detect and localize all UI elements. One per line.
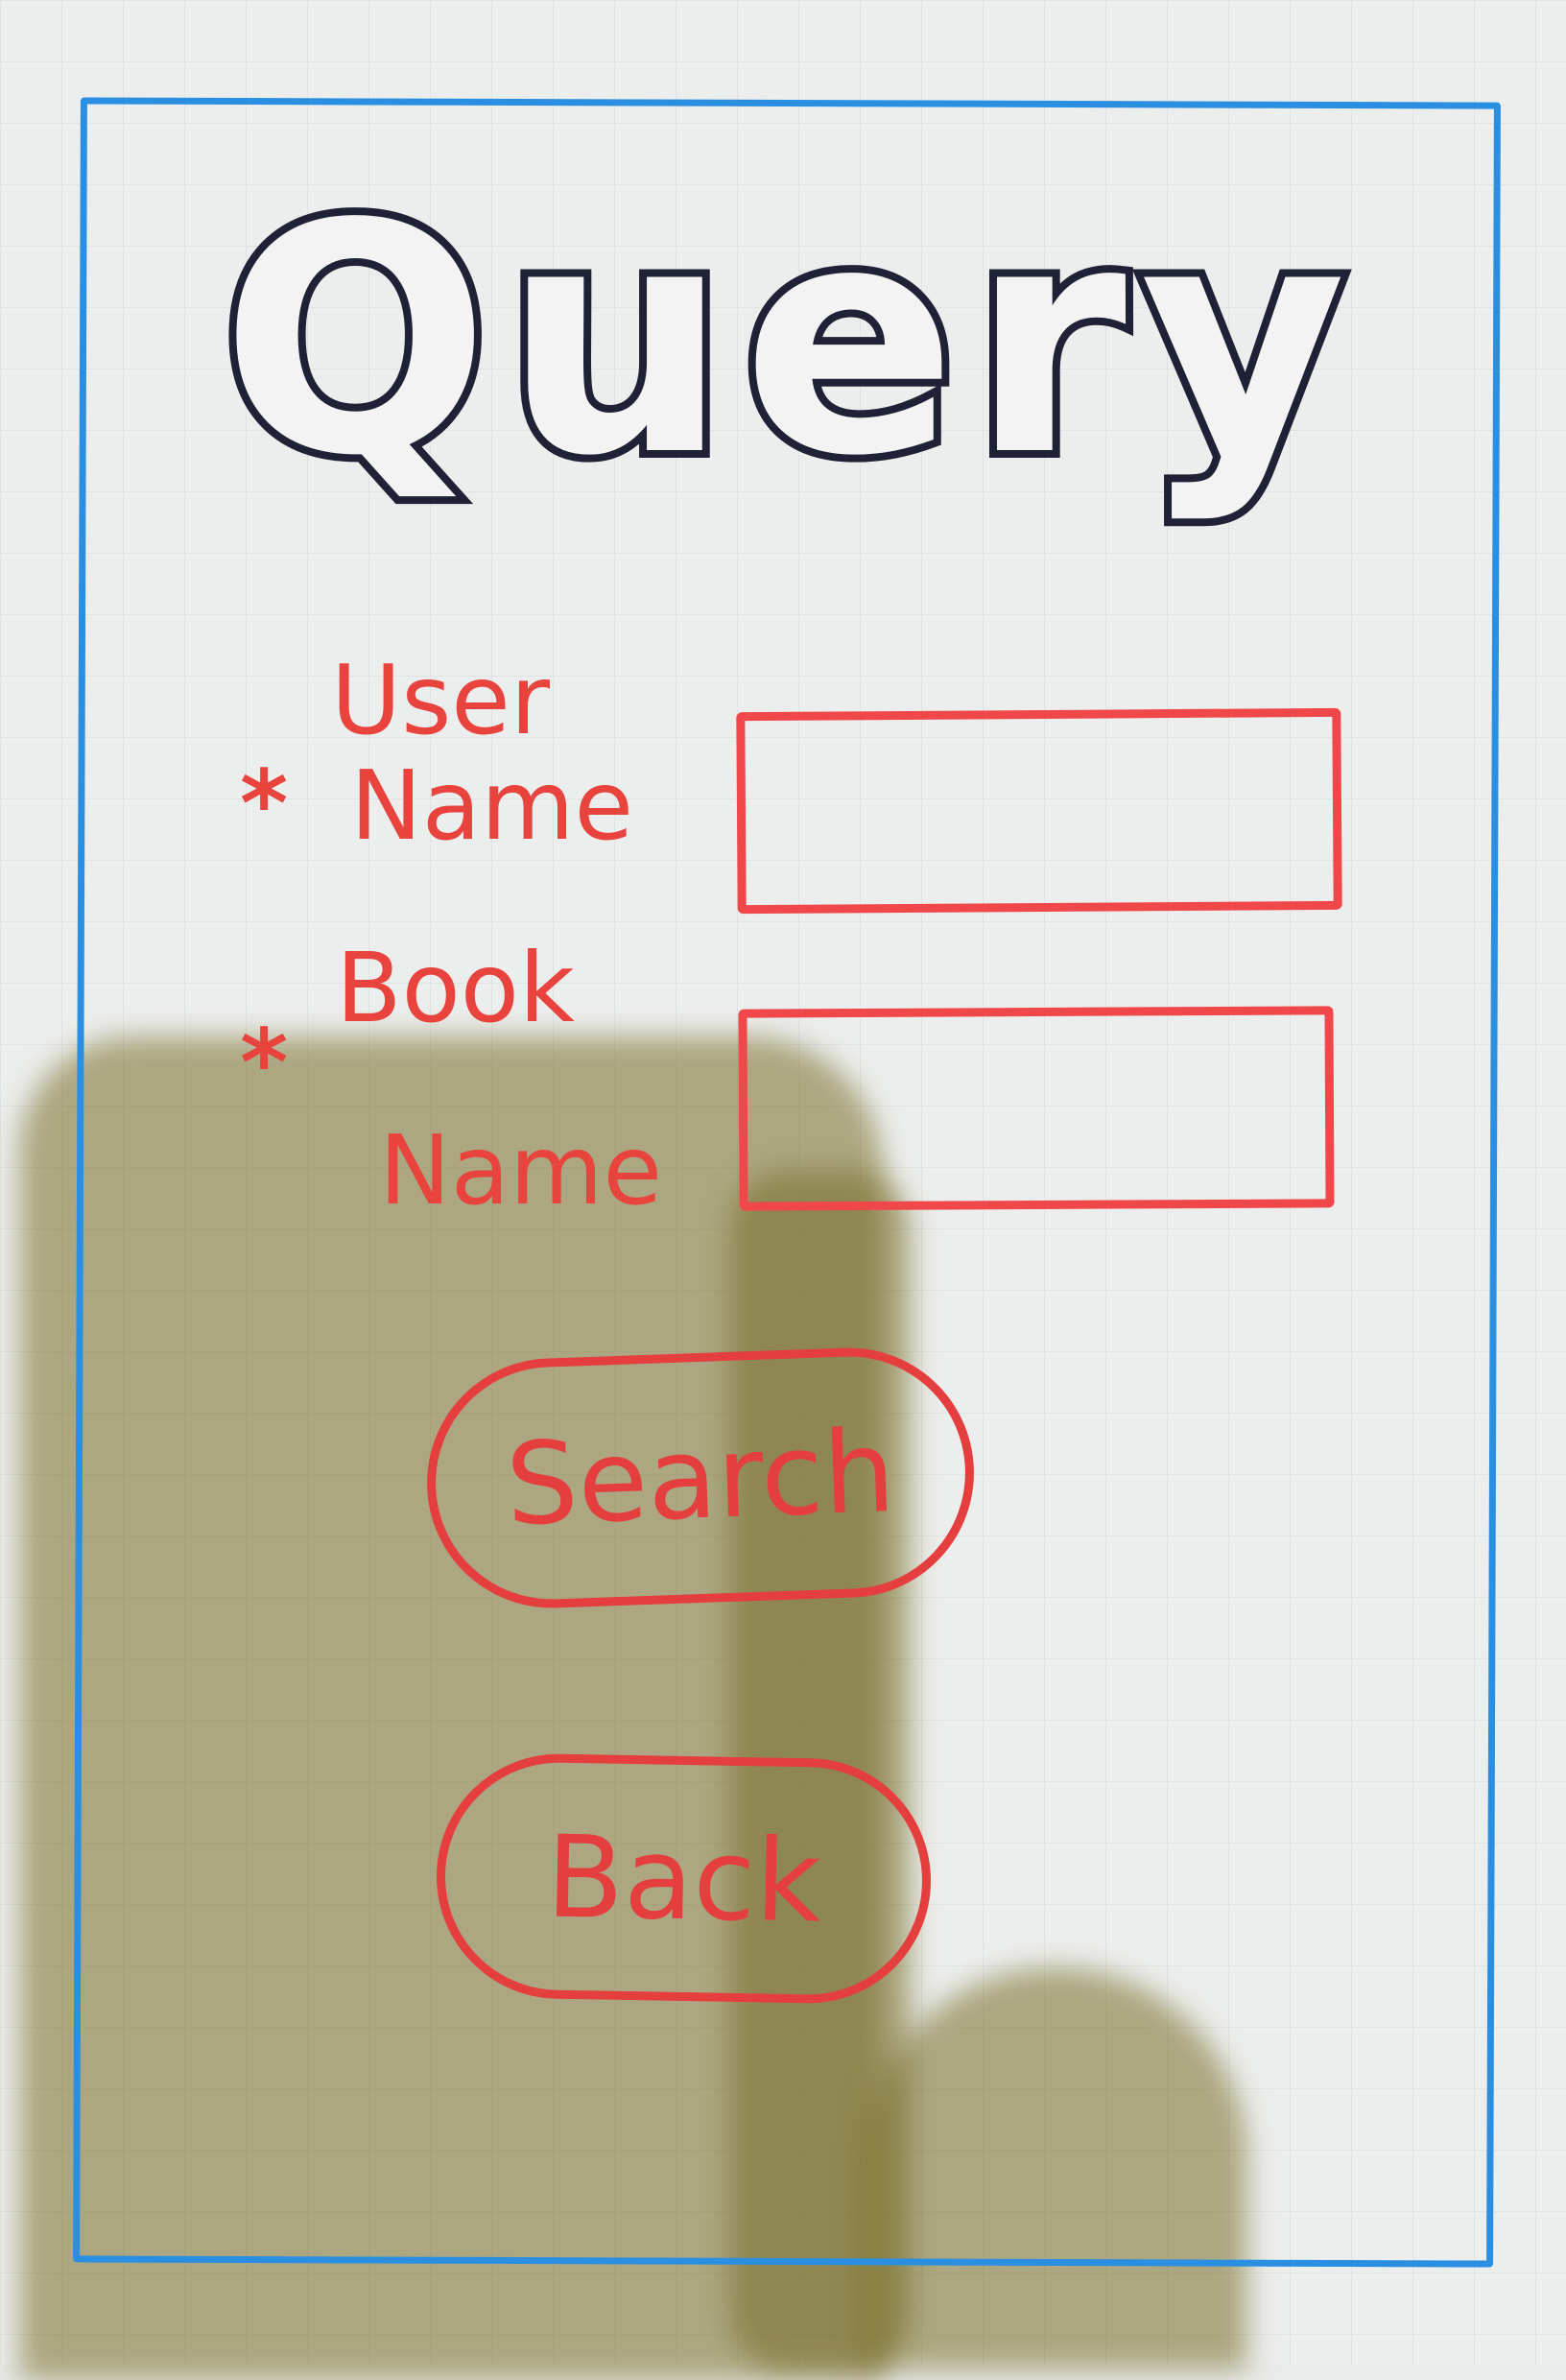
search-button[interactable]: Search — [422, 1344, 979, 1612]
paper-background: Query * User Name * Book Name Search Bac… — [0, 0, 1566, 2380]
back-button[interactable]: Back — [434, 1751, 934, 2006]
required-mark: * — [240, 1010, 289, 1117]
required-mark: * — [240, 750, 289, 858]
book-name-input[interactable] — [738, 1006, 1335, 1211]
user-name-input[interactable] — [736, 707, 1342, 915]
user-name-label-line1: User — [331, 644, 550, 756]
book-name-label-line2: Name — [379, 1114, 663, 1226]
page-title: Query — [213, 156, 1361, 525]
user-name-label-line2: Name — [350, 750, 634, 862]
book-name-label-line1: Book — [336, 932, 575, 1044]
